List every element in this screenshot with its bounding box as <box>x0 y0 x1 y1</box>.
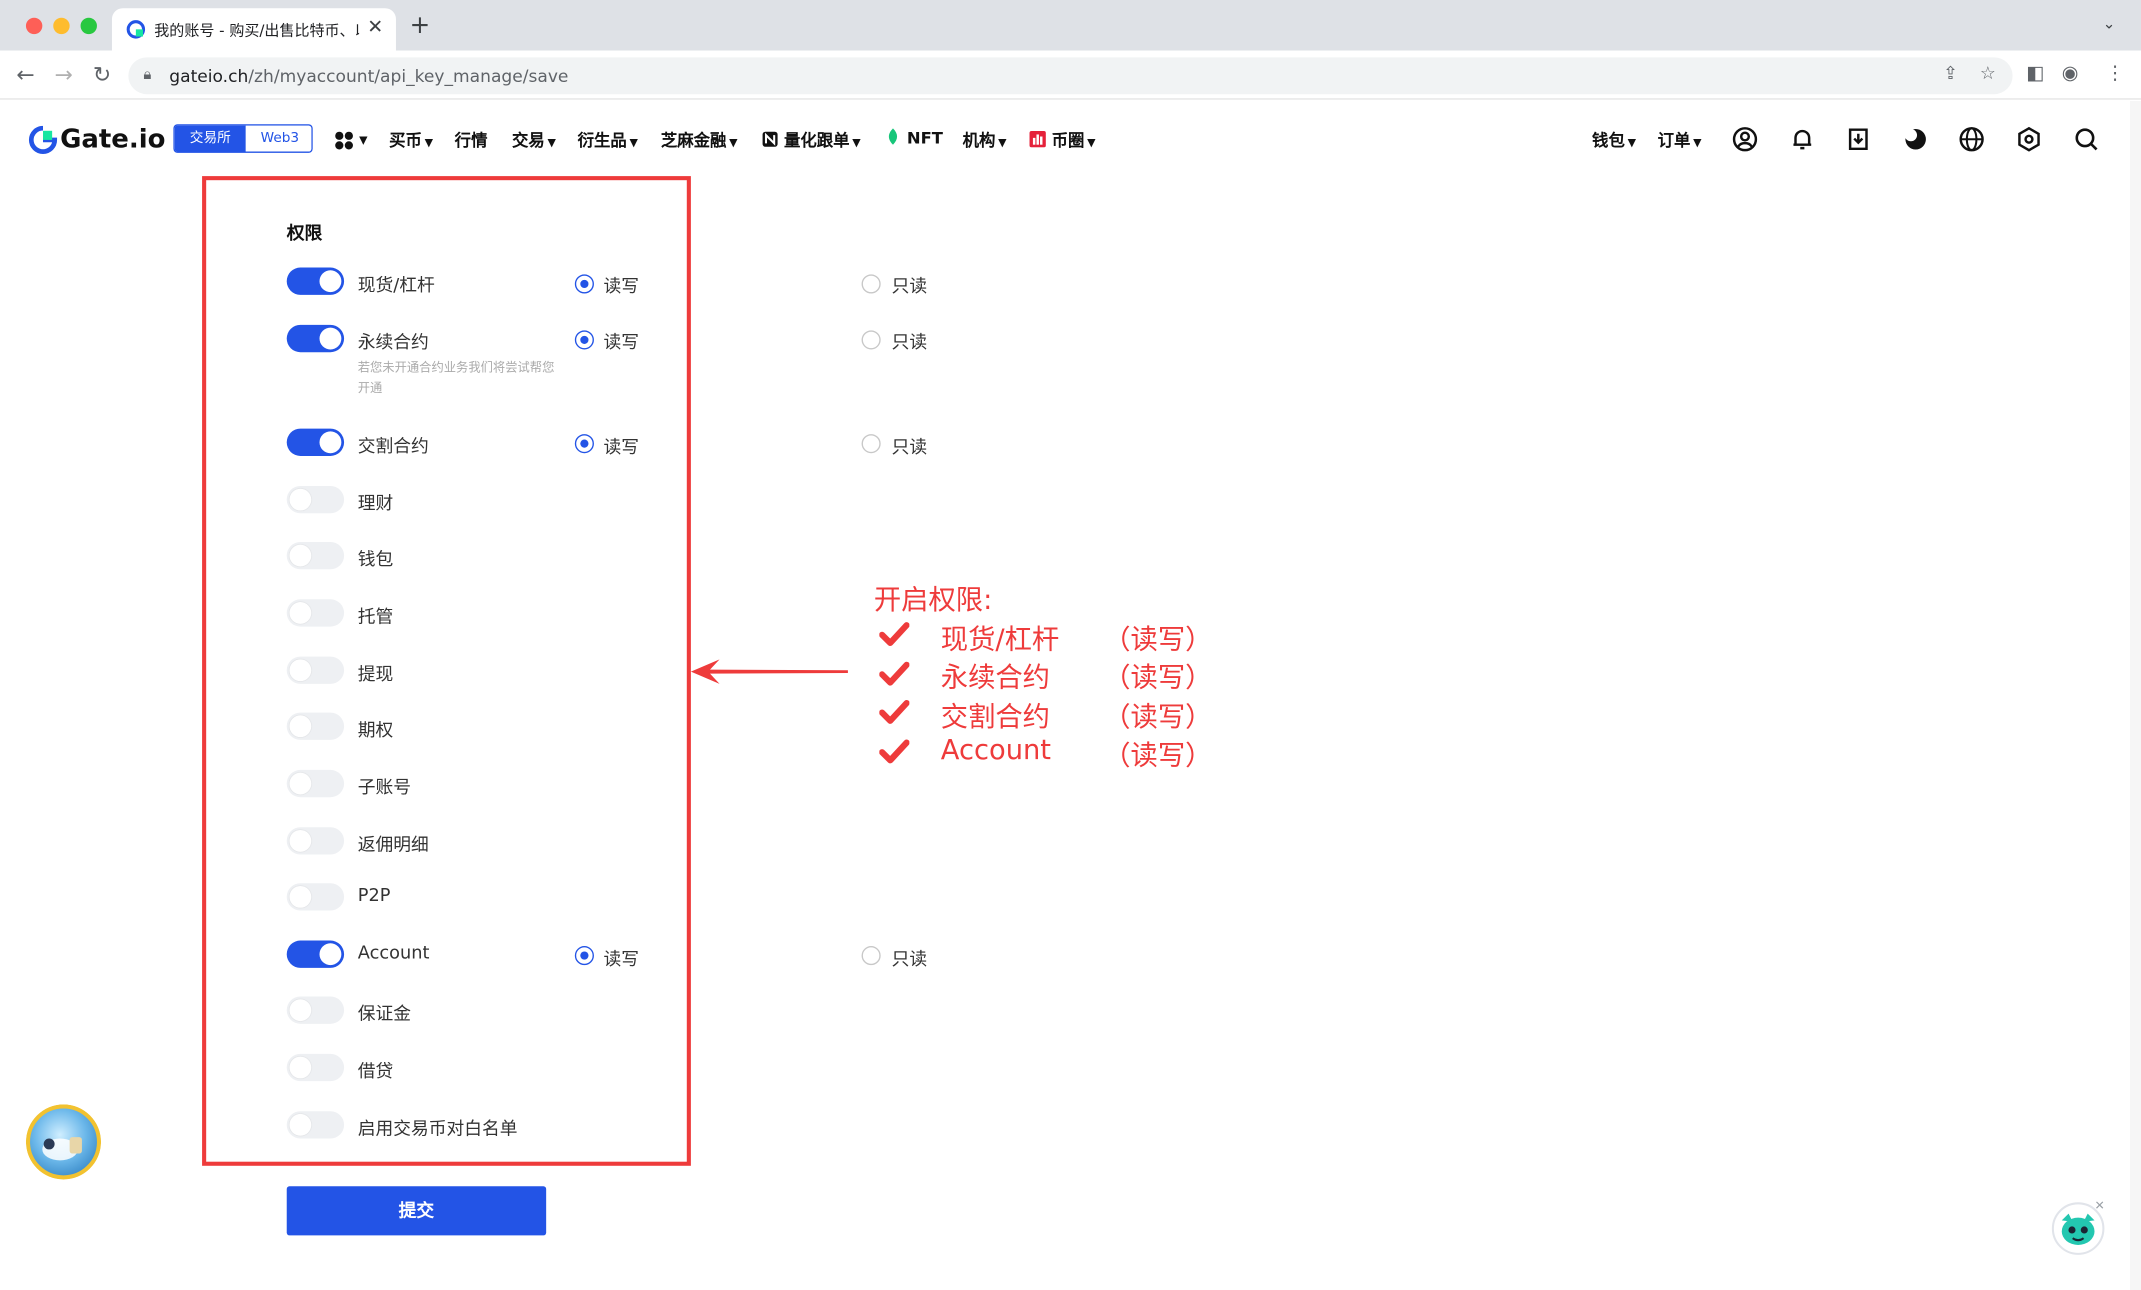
browser-tabstrip: 我的账号 - 购买/出售比特币、以 ✕ + ⌄ <box>0 0 2141 51</box>
url-path: /zh/myaccount/api_key_manage/save <box>248 65 569 87</box>
submit-button[interactable]: 提交 <box>286 1186 547 1236</box>
orders-label: 订单 <box>1657 131 1691 151</box>
language-globe-icon[interactable] <box>1958 126 1985 153</box>
chevron-down-icon: ▼ <box>998 136 1007 149</box>
exchange-tab[interactable]: 交易所 <box>174 125 246 152</box>
nav-buy-label: 买币 <box>389 131 422 151</box>
exchange-web3-switch: 交易所 Web3 <box>173 124 313 153</box>
forward-icon[interactable]: → <box>55 61 73 87</box>
chevron-down-icon: ▼ <box>1693 136 1702 149</box>
radio-delivery-read-only[interactable] <box>861 434 881 454</box>
annotation-item-mode: （读写） <box>1103 738 1213 772</box>
chevron-down-icon: ▼ <box>424 136 434 149</box>
nav-copy-trading[interactable]: 量化跟单 ▼ <box>762 128 861 151</box>
new-tab-button[interactable]: + <box>410 11 431 40</box>
orders-menu[interactable]: 订单 ▼ <box>1658 128 1702 151</box>
nav-institution-label: 机构 <box>962 131 996 151</box>
annotation-item-name: 永续合约 <box>940 660 1050 694</box>
download-app-icon[interactable] <box>1845 126 1872 153</box>
annotation-title: 开启权限: <box>873 582 993 616</box>
profile-icon[interactable]: ◉ <box>2062 63 2079 85</box>
checkmark-icon <box>879 622 910 647</box>
address-bar[interactable]: 🔒︎ gateio.ch/zh/myaccount/api_key_manage… <box>128 57 2013 95</box>
reload-icon[interactable]: ↻ <box>93 61 111 87</box>
site-header: Gate.io 交易所 Web3 ▼ 买币 ▼ 行情 交易 ▼ 衍生品 ▼ 芝麻金融 ▼… <box>0 101 2141 178</box>
nft-leaf-icon <box>888 128 898 145</box>
window-minimize-button[interactable] <box>53 17 70 35</box>
radio-label-read-only: 只读 <box>891 333 928 354</box>
radio-spot-read-only[interactable] <box>861 274 881 294</box>
nav-nft-label: NFT <box>906 128 943 148</box>
gateio-logo-text[interactable]: Gate.io <box>60 124 165 154</box>
chevron-down-icon: ▼ <box>729 136 738 149</box>
theme-toggle-icon[interactable] <box>1902 126 1929 153</box>
nav-circle[interactable]: 币圈 ▼ <box>1029 128 1096 151</box>
checkmark-icon <box>879 699 910 724</box>
back-icon[interactable]: ← <box>16 61 34 87</box>
chevron-down-icon: ▼ <box>629 136 638 149</box>
wallet-menu[interactable]: 钱包 ▼ <box>1592 128 1636 151</box>
nav-buy[interactable]: 买币 ▼ <box>389 128 433 151</box>
chevron-down-icon: ▼ <box>547 136 556 149</box>
browser-menu-icon[interactable]: ⋮ <box>2105 63 2124 85</box>
notification-bell-icon[interactable] <box>1789 126 1816 153</box>
browser-toolbar: ← → ↻ 🔒︎ gateio.ch/zh/myaccount/api_key_… <box>0 50 2141 100</box>
annotation-item-name: 现货/杠杆 <box>940 622 1060 656</box>
annotation-arrow-icon <box>690 659 848 684</box>
tab-close-icon[interactable]: ✕ <box>367 16 383 38</box>
mascot-close-icon[interactable]: ✕ <box>2095 1200 2105 1214</box>
nav-finance[interactable]: 芝麻金融 ▼ <box>661 128 738 151</box>
url-text: gateio.ch/zh/myaccount/api_key_manage/sa… <box>169 66 568 86</box>
sidebar-panel-icon[interactable]: ◧ <box>2026 63 2044 85</box>
gate-circle-icon <box>1029 131 1046 148</box>
chevron-down-icon: ▼ <box>852 136 861 149</box>
radio-label-read-only: 只读 <box>891 950 928 971</box>
nav-circle-label: 币圈 <box>1051 131 1085 151</box>
search-icon[interactable] <box>2073 126 2100 153</box>
user-account-icon[interactable] <box>1731 126 1758 153</box>
gateio-logo-icon[interactable] <box>28 125 58 155</box>
nav-market[interactable]: 行情 <box>455 128 488 151</box>
nav-nft[interactable]: NFT <box>885 128 943 147</box>
web3-tab[interactable]: Web3 <box>245 125 312 152</box>
checkmark-icon <box>879 661 910 686</box>
nav-institution[interactable]: 机构 ▼ <box>963 128 1007 151</box>
nav-trade[interactable]: 交易 ▼ <box>512 128 556 151</box>
browser-tab-active[interactable]: 我的账号 - 购买/出售比特币、以 ✕ <box>111 8 396 51</box>
nav-trade-label: 交易 <box>512 131 545 151</box>
checkmark-icon <box>879 739 910 764</box>
nav-copy-trading-label: 量化跟单 <box>783 131 850 151</box>
copy-trading-icon <box>762 131 778 147</box>
gateio-favicon-icon <box>126 20 146 39</box>
annotation-item-mode: （读写） <box>1103 700 1213 734</box>
window-zoom-button[interactable] <box>80 17 97 35</box>
page-scrollbar[interactable] <box>2130 101 2141 1290</box>
chevron-down-icon: ▼ <box>1627 136 1636 149</box>
chevron-down-icon: ▼ <box>1087 136 1096 149</box>
settings-hex-icon[interactable] <box>2015 126 2042 153</box>
bookmark-star-icon[interactable]: ☆ <box>1980 64 1996 84</box>
radio-label-read-only: 只读 <box>891 438 928 459</box>
annotation-item-mode: （读写） <box>1103 622 1213 656</box>
radio-account-read-only[interactable] <box>861 946 881 966</box>
apps-caret-icon[interactable]: ▼ <box>359 134 367 146</box>
wallet-label: 钱包 <box>1592 131 1625 151</box>
nav-derivatives-label: 衍生品 <box>577 131 627 151</box>
annotation-item-name: 交割合约 <box>940 700 1050 734</box>
share-icon[interactable]: ⇪ <box>1943 64 1958 84</box>
annotation-item-name: Account <box>940 733 1052 766</box>
apps-grid-icon[interactable] <box>335 131 354 150</box>
url-host: gateio.ch <box>169 65 249 87</box>
tab-title: 我的账号 - 购买/出售比特币、以 <box>154 21 360 40</box>
radio-perpetual-read-only[interactable] <box>861 330 881 350</box>
highlight-box <box>202 176 691 1166</box>
nav-derivatives[interactable]: 衍生品 ▼ <box>578 128 638 151</box>
radio-label-read-only: 只读 <box>891 277 928 298</box>
window-close-button[interactable] <box>25 17 43 35</box>
nav-finance-label: 芝麻金融 <box>660 131 727 151</box>
tab-search-icon[interactable]: ⌄ <box>2103 15 2116 33</box>
lock-icon[interactable]: 🔒︎ <box>143 66 151 85</box>
floating-avatar[interactable] <box>25 1104 102 1180</box>
annotation-item-mode: （读写） <box>1103 660 1213 694</box>
